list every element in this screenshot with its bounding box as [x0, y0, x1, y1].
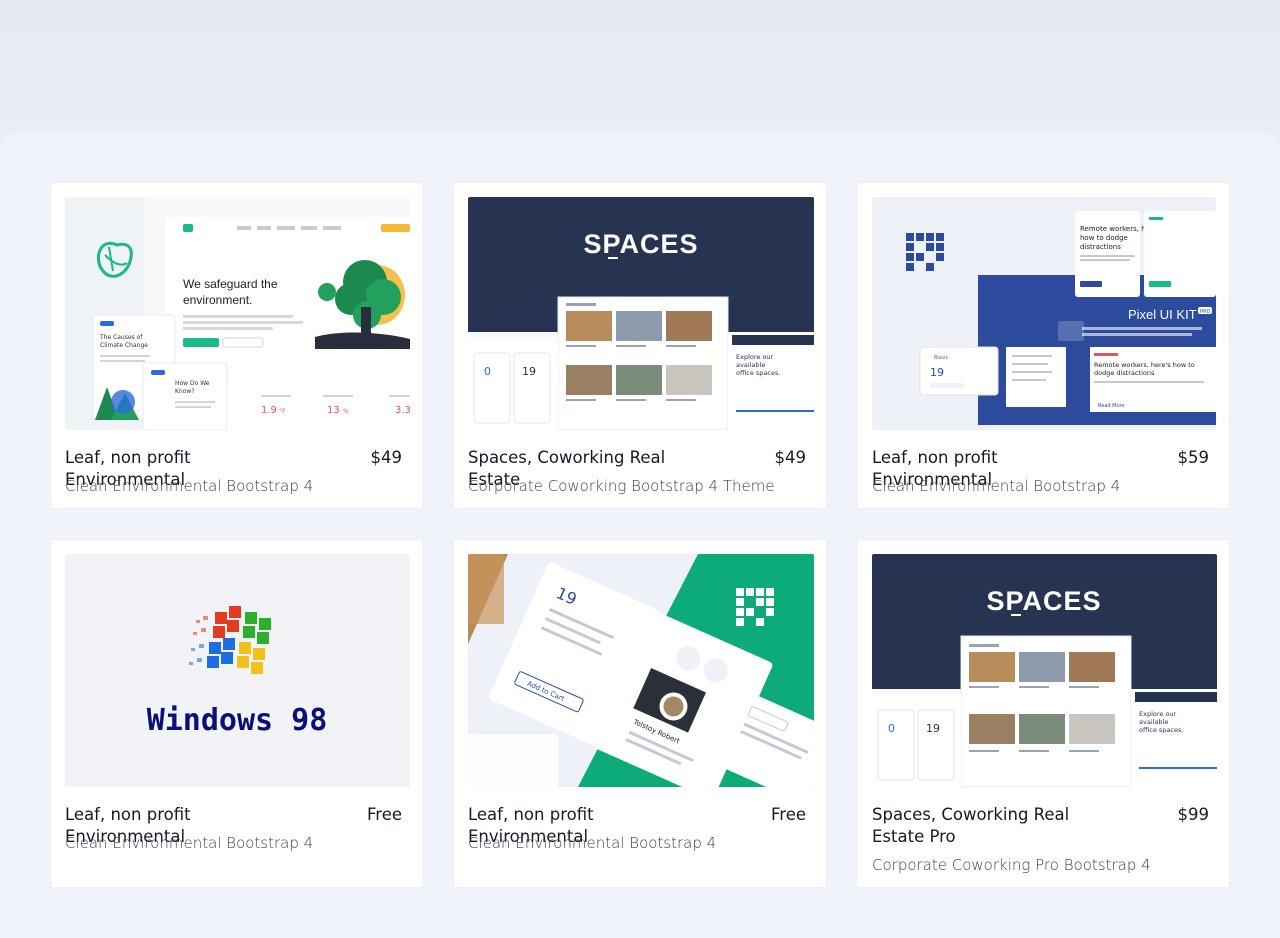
product-card-pixel-green[interactable]: 19 Add to Cart Tolstoy Robert Leaf, non … [453, 539, 827, 888]
svg-text:available: available [736, 361, 765, 369]
product-card-pixel[interactable]: Pixel UI KIT PRO Remote workers, here's … [857, 182, 1230, 509]
product-subtitle: Clean Environmental Bootstrap 4 [872, 477, 1121, 495]
product-title[interactable]: Spaces, Coworking Real Estate Pro [872, 804, 1122, 848]
svg-text:3.3: 3.3 [395, 405, 410, 416]
product-price: $59 [1177, 448, 1210, 467]
product-price: $49 [370, 448, 403, 467]
product-price: $99 [1177, 805, 1210, 824]
product-subtitle: Clean Environmental Bootstrap 4 [65, 477, 314, 495]
svg-text:office spaces.: office spaces. [1139, 726, 1183, 734]
product-card-spaces[interactable]: SPACES 0 19 Explore our available office… [453, 182, 827, 509]
svg-text:office spaces.: office spaces. [736, 369, 780, 377]
svg-text:Explore our: Explore our [1139, 710, 1177, 718]
svg-text:13: 13 [327, 405, 340, 416]
top-band [0, 0, 1280, 140]
product-card-windows98[interactable]: Windows 98 Leaf, non profit Environmenta… [50, 539, 423, 888]
product-thumbnail[interactable]: Windows 98 [65, 554, 410, 787]
product-thumbnail[interactable]: SPACES 0 19 Explore our available office… [872, 554, 1217, 787]
svg-text:dodge distractions: dodge distractions [1094, 369, 1155, 377]
svg-text:19: 19 [930, 366, 944, 379]
product-price: Free [770, 805, 806, 824]
svg-text:Windows 98: Windows 98 [147, 703, 328, 738]
svg-text:Read More: Read More [1098, 403, 1125, 409]
svg-text:19: 19 [926, 722, 940, 735]
product-subtitle: Clean Environmental Bootstrap 4 [65, 834, 314, 852]
svg-text:The Causes of: The Causes of [99, 334, 143, 341]
product-card-leaf[interactable]: We safeguard the environment. The Causes… [50, 182, 423, 509]
svg-text:Pixel UI KIT: Pixel UI KIT [1128, 307, 1197, 322]
svg-text:how to dodge: how to dodge [1080, 234, 1128, 242]
svg-text:We safeguard the: We safeguard the [183, 277, 278, 291]
svg-text:1.9: 1.9 [261, 405, 277, 416]
svg-text:Remote workers, here's how to: Remote workers, here's how to [1094, 361, 1195, 369]
product-thumbnail[interactable]: We safeguard the environment. The Causes… [65, 197, 410, 430]
product-price: $49 [774, 448, 807, 467]
product-thumbnail[interactable]: 19 Add to Cart Tolstoy Robert [468, 554, 814, 787]
svg-text:available: available [1139, 718, 1168, 726]
product-thumbnail[interactable]: Pixel UI KIT PRO Remote workers, here's … [872, 197, 1216, 430]
svg-text:19: 19 [522, 365, 536, 378]
svg-text:0: 0 [888, 722, 895, 735]
product-subtitle: Corporate Coworking Pro Bootstrap 4 [872, 856, 1151, 874]
svg-text:0: 0 [484, 365, 491, 378]
product-card-spaces-pro[interactable]: SPACES 0 19 Explore our available office… [857, 539, 1230, 888]
svg-text:environment.: environment. [183, 293, 252, 307]
product-price: Free [366, 805, 402, 824]
svg-text:SPACES: SPACES [583, 229, 698, 259]
svg-text:SPACES: SPACES [986, 586, 1101, 616]
svg-text:Know?: Know? [175, 388, 195, 395]
svg-text:PRO: PRO [1200, 309, 1210, 315]
svg-text:How Do We: How Do We [175, 380, 210, 387]
svg-text:Climate Change: Climate Change [100, 342, 148, 349]
svg-text:distractions: distractions [1080, 243, 1121, 251]
svg-text:Basic: Basic [934, 355, 949, 361]
svg-text:Explore our: Explore our [736, 353, 774, 361]
product-subtitle: Corporate Coworking Bootstrap 4 Theme [468, 477, 775, 495]
product-subtitle: Clean Environmental Bootstrap 4 [468, 834, 717, 852]
svg-text:%: % [343, 408, 349, 415]
svg-text:°F: °F [279, 408, 286, 415]
product-thumbnail[interactable]: SPACES 0 19 Explore our available office… [468, 197, 814, 430]
